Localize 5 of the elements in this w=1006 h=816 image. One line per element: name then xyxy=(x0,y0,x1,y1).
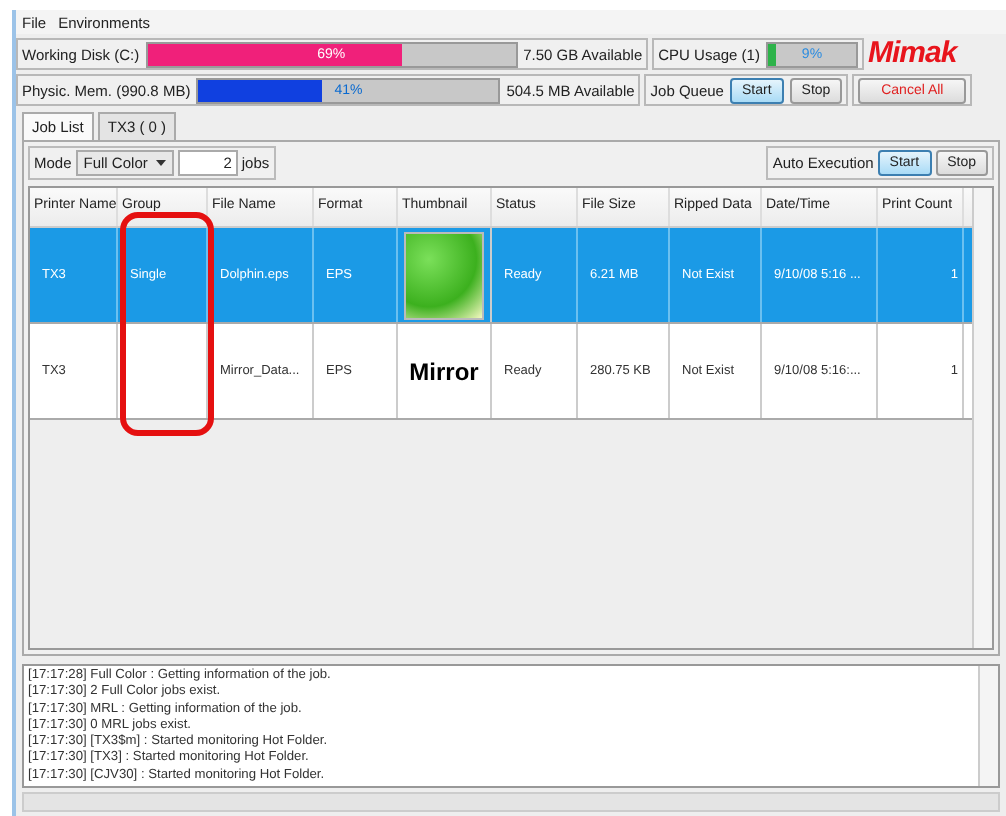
caret-icon xyxy=(155,159,166,165)
thumbnail-text: Mirror xyxy=(409,357,479,385)
scrollbar[interactable] xyxy=(972,188,992,648)
logo: Mimak xyxy=(867,38,957,70)
scrollbar[interactable] xyxy=(978,666,998,786)
